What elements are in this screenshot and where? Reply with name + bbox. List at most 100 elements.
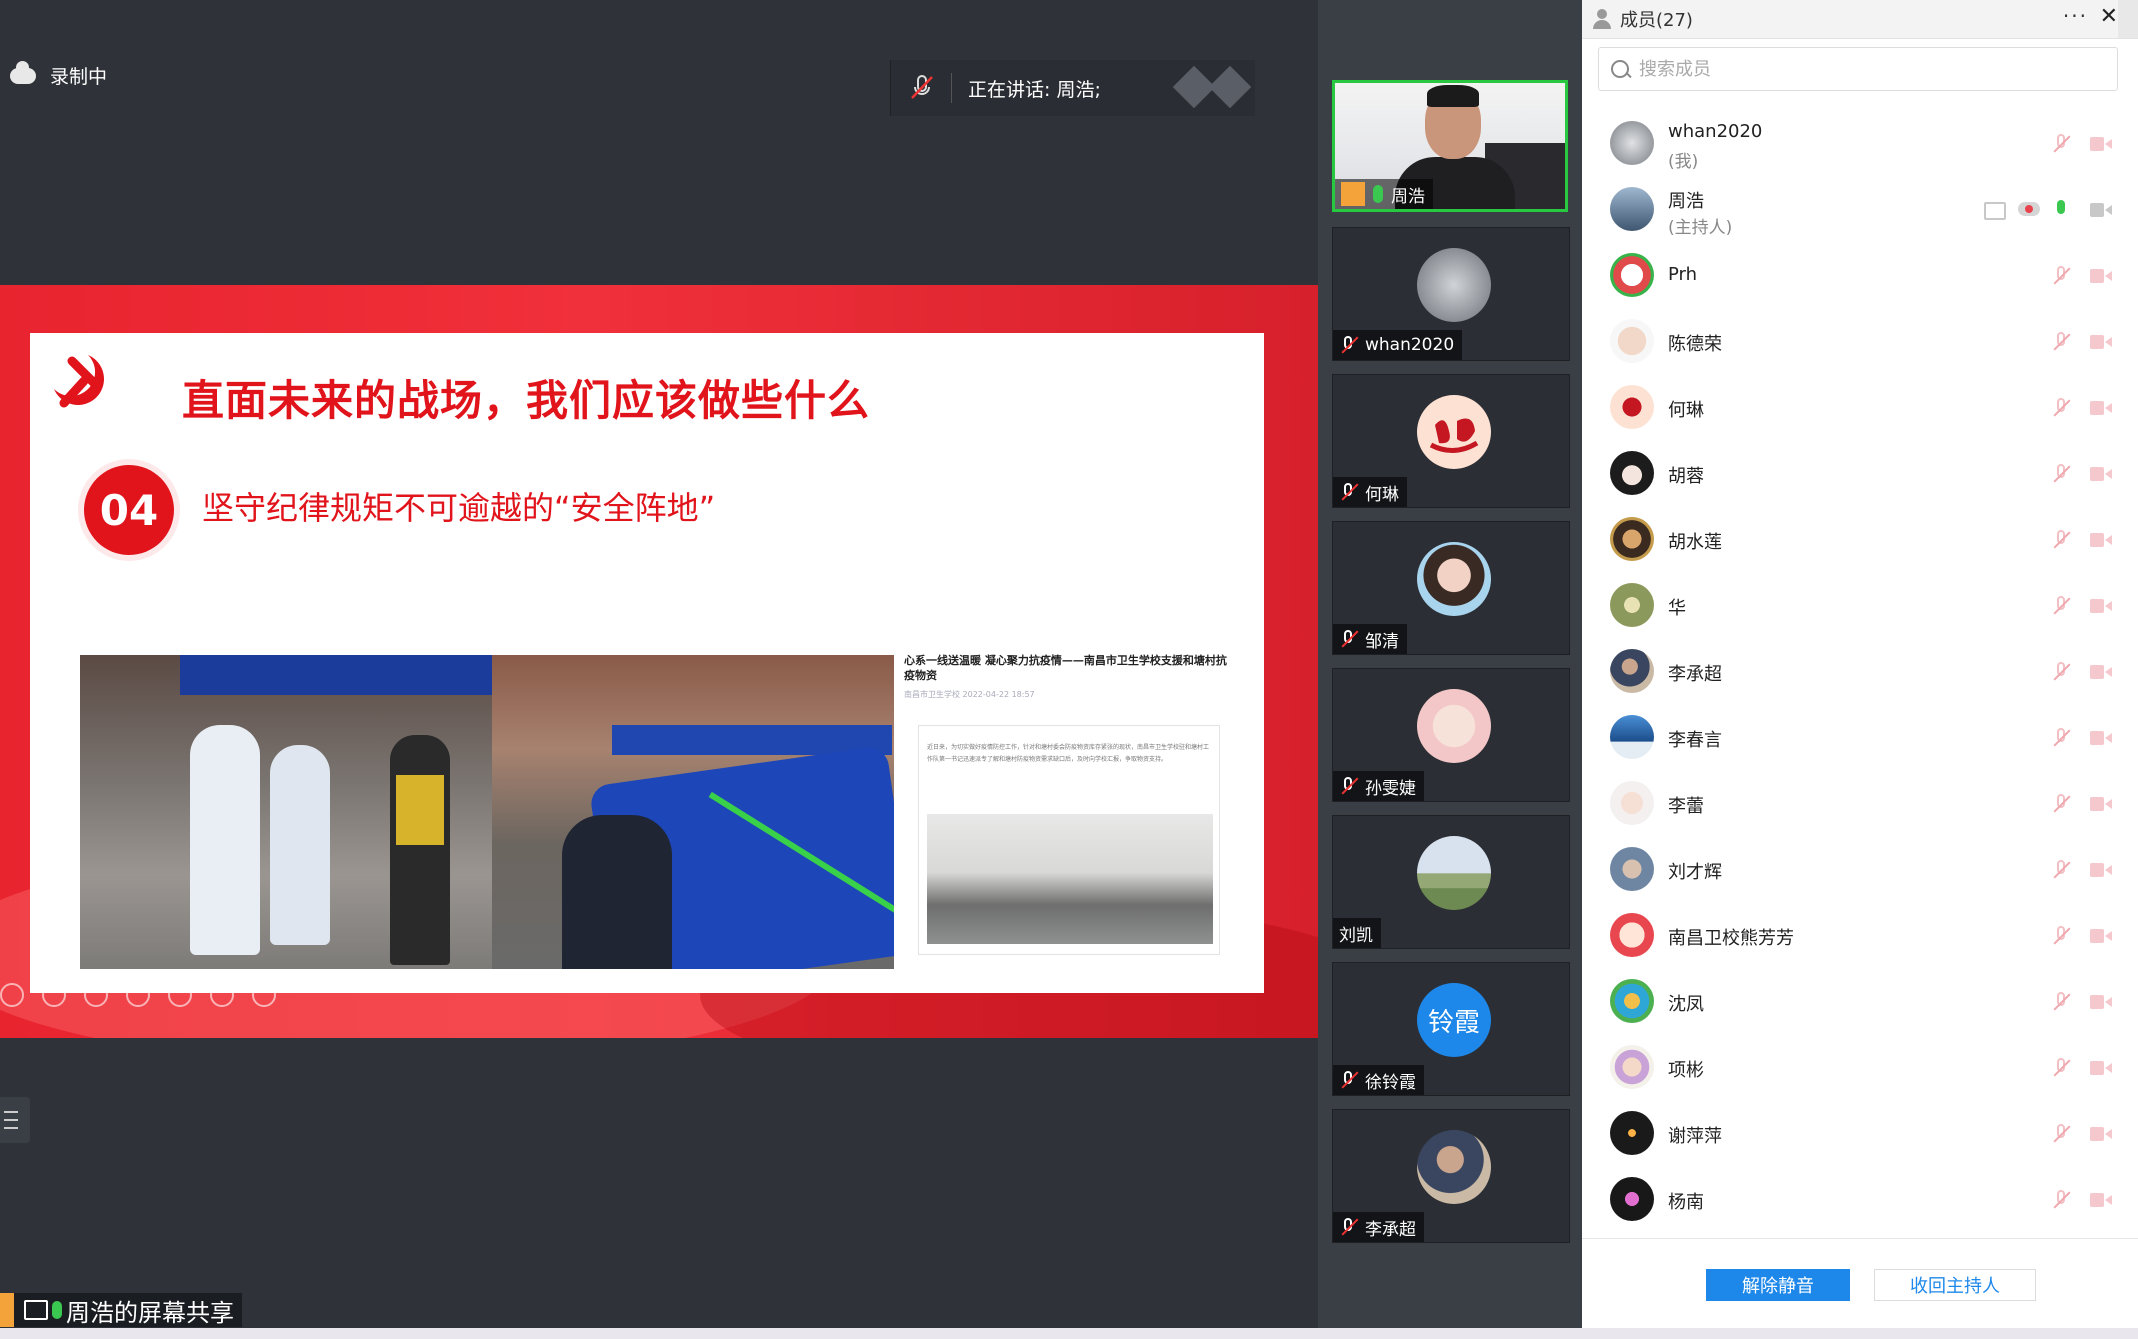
camera-off-icon[interactable]: [2090, 731, 2112, 745]
undo-icon[interactable]: [1208, 65, 1252, 109]
screen-share-icon: [1984, 202, 2006, 220]
pointer-icon[interactable]: [126, 983, 150, 1007]
mic-muted-icon[interactable]: [2052, 992, 2070, 1012]
mic-muted-icon[interactable]: [909, 73, 935, 103]
list-item[interactable]: 杨南: [1582, 1166, 2138, 1232]
search-input[interactable]: [1637, 57, 2081, 81]
video-tile-name: 刘凯: [1333, 918, 1381, 948]
camera-off-icon[interactable]: [2090, 863, 2112, 877]
list-item[interactable]: 何琳: [1582, 374, 2138, 440]
avatar: [1610, 253, 1654, 297]
mic-muted-icon[interactable]: [2052, 464, 2070, 484]
unmute-button[interactable]: 解除静音: [1706, 1269, 1850, 1301]
list-item[interactable]: 胡水莲: [1582, 506, 2138, 572]
list-item[interactable]: 谢萍萍: [1582, 1100, 2138, 1166]
mic-muted-icon[interactable]: [2052, 266, 2070, 286]
list-item[interactable]: 李蕾: [1582, 770, 2138, 836]
mic-muted-icon[interactable]: [2052, 1124, 2070, 1144]
camera-off-icon[interactable]: [2090, 599, 2112, 613]
avatar: [1610, 319, 1654, 363]
list-item[interactable]: 李春言: [1582, 704, 2138, 770]
more-options-icon[interactable]: ···: [2063, 4, 2088, 28]
avatar: [1417, 689, 1491, 763]
camera-icon[interactable]: [168, 983, 192, 1007]
photo-tent-setup: [492, 655, 894, 969]
avatar: [1610, 583, 1654, 627]
mic-muted-icon[interactable]: [2052, 332, 2070, 352]
camera-off-icon[interactable]: [2090, 797, 2112, 811]
camera-off-icon[interactable]: [2090, 995, 2112, 1009]
avatar: [1610, 451, 1654, 495]
video-tile[interactable]: 何琳: [1332, 374, 1570, 508]
mic-muted-icon[interactable]: [2052, 1190, 2070, 1210]
camera-off-icon[interactable]: [2090, 1193, 2112, 1207]
avatar: [1417, 395, 1491, 469]
menu-icon[interactable]: [2118, 0, 2138, 38]
user-icon: [0, 1293, 14, 1327]
mic-muted-icon[interactable]: [2052, 794, 2070, 814]
camera-off-icon[interactable]: [2090, 533, 2112, 547]
camera-off-icon[interactable]: [2090, 467, 2112, 481]
camera-off-icon[interactable]: [2090, 665, 2112, 679]
camera-off-icon[interactable]: [2090, 269, 2112, 283]
video-tile[interactable]: 邹清: [1332, 521, 1570, 655]
person-icon: [1592, 9, 1612, 29]
camera-off-icon[interactable]: [2090, 929, 2112, 943]
search-icon: [1611, 60, 1629, 78]
next-slide-icon[interactable]: [42, 983, 66, 1007]
share-label-text: 周浩的屏幕共享: [66, 1298, 234, 1327]
video-tile[interactable]: 周浩: [1332, 80, 1568, 212]
tile-name-label: 徐铃霞: [1365, 1072, 1416, 1093]
reclaim-host-button[interactable]: 收回主持人: [1874, 1269, 2036, 1301]
mic-muted-icon[interactable]: [2052, 860, 2070, 880]
video-tile[interactable]: 铃霞 徐铃霞: [1332, 962, 1570, 1096]
list-item[interactable]: 项彬: [1582, 1034, 2138, 1100]
list-item[interactable]: 南昌卫校熊芳芳: [1582, 902, 2138, 968]
mic-muted-icon[interactable]: [2052, 530, 2070, 550]
user-icon: [1341, 182, 1365, 206]
video-tile[interactable]: 孙雯婕: [1332, 668, 1570, 802]
divider: [951, 73, 952, 103]
more-icon[interactable]: [252, 983, 276, 1007]
member-search: [1598, 47, 2118, 91]
camera-off-icon[interactable]: [2090, 335, 2112, 349]
mic-muted-icon[interactable]: [2052, 1058, 2070, 1078]
list-item[interactable]: 胡蓉: [1582, 440, 2138, 506]
avatar: [1610, 517, 1654, 561]
menu-toggle[interactable]: [0, 1097, 30, 1143]
mic-muted-icon[interactable]: [2052, 728, 2070, 748]
avatar: [1610, 187, 1654, 231]
mic-muted-icon[interactable]: [2052, 134, 2070, 154]
camera-off-icon[interactable]: [2090, 401, 2112, 415]
tile-name-label: whan2020: [1365, 335, 1455, 355]
mic-muted-icon[interactable]: [2052, 926, 2070, 946]
camera-off-icon[interactable]: [2090, 1127, 2112, 1141]
list-item[interactable]: whan2020 (我): [1582, 110, 2138, 176]
camera-off-icon[interactable]: [2090, 137, 2112, 151]
prev-slide-icon[interactable]: [0, 983, 24, 1007]
video-tile[interactable]: whan2020: [1332, 227, 1570, 361]
party-emblem-icon: [54, 355, 104, 408]
pen-icon[interactable]: [84, 983, 108, 1007]
camera-off-icon[interactable]: [2090, 1061, 2112, 1075]
mic-muted-icon[interactable]: [2052, 398, 2070, 418]
bottom-strip: [0, 1328, 2138, 1339]
list-item[interactable]: 刘才辉: [1582, 836, 2138, 902]
subtitle-icon[interactable]: [210, 983, 234, 1007]
list-item[interactable]: 华: [1582, 572, 2138, 638]
screen-share-area: 录制中 正在讲话: 周浩; 直面未来的战场，我们应该做些什么 04 坚守纪律规矩…: [0, 0, 1318, 1328]
mic-muted-icon[interactable]: [2052, 662, 2070, 682]
close-icon[interactable]: ✕: [2100, 4, 2118, 29]
mic-active-icon[interactable]: [2052, 200, 2070, 220]
list-item[interactable]: 周浩 (主持人): [1582, 176, 2138, 242]
list-item[interactable]: 陈德荣: [1582, 308, 2138, 374]
list-item[interactable]: 李承超: [1582, 638, 2138, 704]
mic-muted-icon[interactable]: [2052, 596, 2070, 616]
list-item[interactable]: 沈凤: [1582, 968, 2138, 1034]
list-item[interactable]: Prh: [1582, 242, 2138, 308]
video-tile[interactable]: 刘凯: [1332, 815, 1570, 949]
member-name: 胡水莲: [1668, 532, 1722, 553]
video-tile[interactable]: 李承超: [1332, 1109, 1570, 1243]
camera-icon[interactable]: [2090, 203, 2112, 217]
article-photo: [927, 814, 1213, 944]
